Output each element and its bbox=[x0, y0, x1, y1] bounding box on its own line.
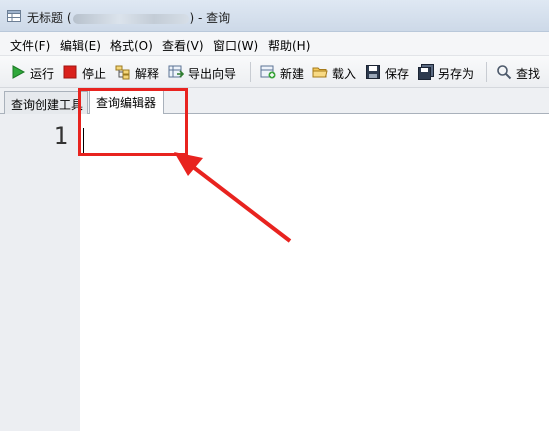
new-icon bbox=[260, 65, 276, 79]
redacted-connection-name bbox=[72, 13, 189, 24]
menu-file[interactable]: 文件(F) bbox=[10, 37, 50, 54]
export-icon bbox=[168, 65, 184, 78]
stop-label: 停止 bbox=[82, 67, 107, 81]
line-number-gutter: 1 bbox=[0, 114, 80, 431]
app-window: 无标题 ( ) - 查询 文件(F) 编辑(E) 格式(O) 查看(V) 窗口(W… bbox=[0, 0, 549, 431]
new-label: 新建 bbox=[280, 67, 305, 81]
run-label: 运行 bbox=[30, 67, 55, 81]
tab-query-builder-label: 查询创建工具 bbox=[11, 98, 84, 112]
menu-format[interactable]: 格式(O) bbox=[110, 37, 153, 54]
save-label: 保存 bbox=[385, 67, 410, 81]
save-as-icon bbox=[418, 64, 434, 80]
menu-view[interactable]: 查看(V) bbox=[162, 37, 204, 54]
window-title-prefix: 无标题 ( bbox=[27, 11, 72, 25]
title-bar: 无标题 ( ) - 查询 bbox=[0, 0, 549, 32]
window-title-suffix: ) - 查询 bbox=[189, 11, 231, 25]
menu-bar: 文件(F) 编辑(E) 格式(O) 查看(V) 窗口(W) 帮助(H) bbox=[0, 32, 549, 56]
export-wizard-label: 导出向导 bbox=[188, 67, 237, 81]
folder-icon bbox=[312, 67, 328, 78]
tab-query-builder[interactable]: 查询创建工具 bbox=[4, 91, 88, 114]
find-label: 查找 bbox=[516, 67, 541, 81]
save-as-label: 另存为 bbox=[438, 67, 475, 81]
menu-help[interactable]: 帮助(H) bbox=[268, 37, 310, 54]
menu-window[interactable]: 窗口(W) bbox=[213, 37, 258, 54]
toolbar: 运行 停止 解释 导出向导 新建 载入 保存 另存为 查找 bbox=[0, 56, 549, 88]
search-icon bbox=[497, 65, 512, 80]
explain-label: 解释 bbox=[135, 67, 160, 81]
toolbar-separator bbox=[486, 62, 487, 82]
window-title: 无标题 ( ) - 查询 bbox=[27, 9, 230, 26]
explain-icon bbox=[115, 65, 130, 80]
save-icon bbox=[366, 65, 380, 79]
load-label: 载入 bbox=[332, 67, 357, 81]
table-icon bbox=[7, 10, 21, 22]
sql-editor[interactable]: 1 bbox=[0, 114, 549, 431]
line-number: 1 bbox=[53, 122, 68, 150]
menu-edit[interactable]: 编辑(E) bbox=[60, 37, 101, 54]
play-icon bbox=[12, 65, 26, 79]
stop-icon bbox=[63, 65, 77, 79]
toolbar-separator bbox=[250, 62, 251, 82]
annotation-highlight-box bbox=[78, 88, 188, 156]
